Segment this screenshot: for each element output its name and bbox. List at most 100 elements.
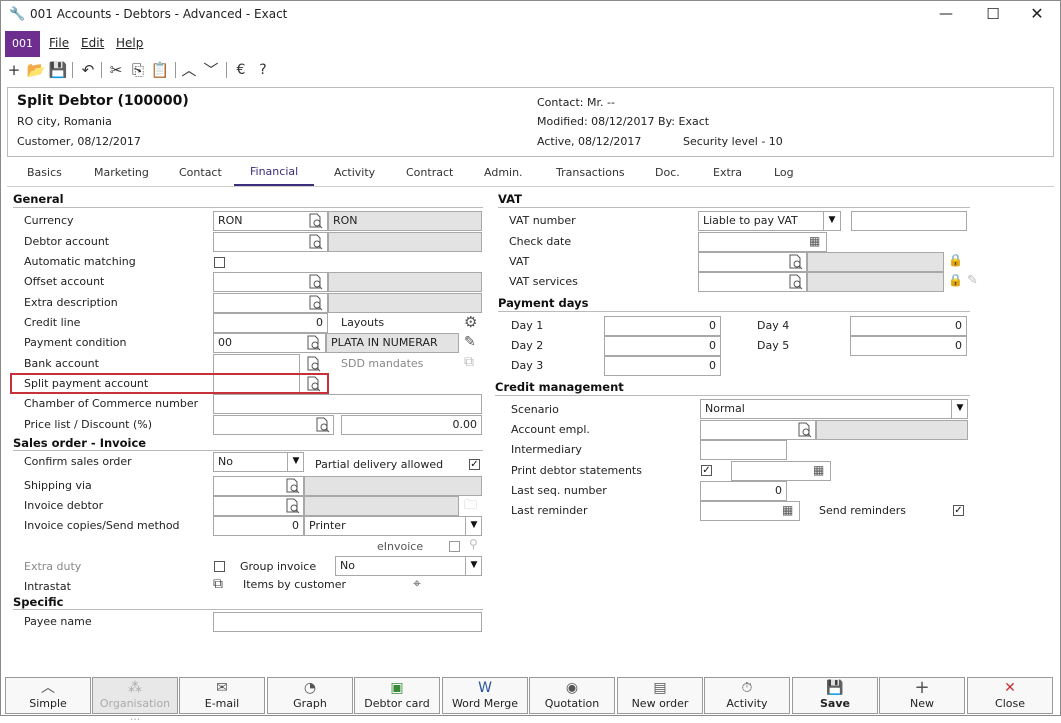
day3-input[interactable]: 0	[604, 356, 721, 376]
tab-financial[interactable]: Financial	[250, 165, 298, 178]
credit-line-input[interactable]: 0	[213, 313, 328, 333]
email-button[interactable]: ✉ E-mail	[179, 677, 265, 714]
tab-contract[interactable]: Contract	[406, 166, 453, 179]
partial-delivery-checkbox[interactable]: ✓	[469, 459, 480, 470]
copy-icon[interactable]: ⎘	[128, 59, 148, 81]
partial-delivery-label: Partial delivery allowed	[315, 458, 444, 471]
last-seq-input[interactable]: 0	[700, 481, 787, 501]
menu-file[interactable]: File	[49, 36, 69, 50]
bank-account-input[interactable]	[213, 354, 300, 374]
save-icon[interactable]: 💾	[48, 59, 68, 81]
tab-activity[interactable]: Activity	[334, 166, 375, 179]
payee-name-input[interactable]	[213, 612, 482, 632]
menu-help[interactable]: Help	[116, 36, 143, 50]
tab-contact[interactable]: Contact	[179, 166, 222, 179]
tab-log[interactable]: Log	[774, 166, 794, 179]
open-link-icon: ⧉	[464, 354, 474, 370]
tab-admin[interactable]: Admin.	[484, 166, 523, 179]
calendar-icon[interactable]: ▦	[782, 503, 793, 517]
maximize-icon[interactable]: ☐	[983, 5, 1003, 23]
close-window-icon[interactable]: ✕	[1027, 4, 1047, 23]
chevron-down-icon[interactable]: ▼	[951, 399, 968, 419]
intermediary-input[interactable]	[700, 440, 787, 460]
tab-transactions[interactable]: Transactions	[556, 166, 625, 179]
lookup-icon[interactable]	[315, 417, 331, 433]
lookup-icon[interactable]	[285, 478, 301, 494]
menu-edit[interactable]: Edit	[81, 36, 104, 50]
open-folder-icon[interactable]: 📂	[26, 59, 46, 81]
target-icon[interactable]: ⌖	[413, 576, 421, 592]
previous-icon[interactable]: ︿	[179, 59, 199, 81]
invoice-copies-input[interactable]: 0	[213, 516, 304, 536]
scenario-select[interactable]: Normal	[700, 399, 968, 419]
simple-button-label: Simple	[29, 697, 67, 710]
extra-duty-checkbox[interactable]	[214, 561, 225, 572]
edit-pencil-icon[interactable]: ✎	[464, 334, 476, 350]
lookup-icon[interactable]	[308, 274, 324, 290]
send-method-select[interactable]: Printer	[304, 516, 482, 536]
company-logo[interactable]: 001	[5, 31, 40, 57]
undo-icon[interactable]: ↶	[78, 59, 98, 81]
lookup-icon[interactable]	[308, 295, 324, 311]
last-seq-label: Last seq. number	[511, 484, 607, 497]
lookup-icon[interactable]	[308, 213, 324, 229]
tab-doc[interactable]: Doc.	[655, 166, 680, 179]
new-button-label: New	[910, 697, 934, 710]
gear-icon[interactable]: ⚙	[464, 313, 477, 331]
day1-input[interactable]: 0	[604, 316, 721, 336]
group-invoice-select[interactable]: No	[335, 556, 482, 576]
calendar-icon[interactable]: ▦	[809, 234, 820, 248]
tab-extra[interactable]: Extra	[713, 166, 742, 179]
chevron-down-icon[interactable]: ▼	[823, 211, 840, 231]
lookup-icon[interactable]	[788, 254, 804, 270]
discount-input[interactable]: 0.00	[341, 415, 482, 435]
activity-button-label: Activity	[726, 697, 768, 710]
vat-number-input[interactable]	[851, 211, 967, 231]
vat-number-select[interactable]: Liable to pay VAT	[698, 211, 841, 231]
day4-input[interactable]: 0	[850, 316, 967, 336]
chevron-down-icon[interactable]: ▼	[465, 556, 482, 576]
lookup-icon[interactable]	[797, 422, 813, 438]
lookup-icon[interactable]	[285, 498, 301, 514]
simple-button[interactable]: ︿ Simple	[5, 677, 91, 714]
open-external-icon[interactable]: ⧉	[213, 576, 223, 592]
new-button[interactable]: + New	[879, 677, 965, 714]
cut-icon[interactable]: ✂	[106, 59, 126, 81]
einvoice-checkbox[interactable]	[449, 541, 460, 552]
next-icon[interactable]: ﹀	[201, 59, 221, 81]
lookup-icon[interactable]	[306, 335, 322, 351]
close-button[interactable]: ✕ Close	[967, 677, 1053, 714]
new-order-button[interactable]: ▤ New order	[617, 677, 703, 714]
calendar-icon[interactable]: ▦	[813, 463, 824, 477]
chevron-down-icon[interactable]: ▼	[465, 516, 482, 536]
automatic-matching-checkbox[interactable]	[214, 257, 225, 268]
send-reminders-checkbox[interactable]: ✓	[953, 505, 964, 516]
paste-icon[interactable]: 📋	[150, 59, 170, 81]
currency-icon[interactable]: €	[231, 59, 251, 81]
check-date-input[interactable]	[698, 232, 827, 252]
quotation-button[interactable]: ◉ Quotation	[529, 677, 615, 714]
lookup-icon[interactable]	[308, 234, 324, 250]
debtor-card-button[interactable]: ▣ Debtor card	[354, 677, 440, 714]
day2-input[interactable]: 0	[604, 336, 721, 356]
print-statements-checkbox[interactable]: ✓	[701, 465, 712, 476]
chamber-input[interactable]	[213, 394, 482, 414]
minimize-icon[interactable]: —	[936, 6, 956, 22]
save-button[interactable]: 💾 Save	[792, 677, 878, 714]
day5-input[interactable]: 0	[850, 336, 967, 356]
new-icon[interactable]: +	[4, 59, 24, 81]
help-icon[interactable]: ?	[253, 59, 273, 81]
last-reminder-label: Last reminder	[511, 504, 588, 517]
graph-button[interactable]: ◔ Graph	[267, 677, 353, 714]
tab-marketing[interactable]: Marketing	[94, 166, 149, 179]
tab-basics[interactable]: Basics	[27, 166, 62, 179]
chevron-down-icon[interactable]: ▼	[287, 452, 304, 472]
lookup-icon[interactable]	[788, 274, 804, 290]
word-merge-button[interactable]: W Word Merge	[442, 677, 528, 714]
confirm-sales-label: Confirm sales order	[24, 455, 132, 468]
currency-description: RON	[328, 211, 482, 231]
day3-label: Day 3	[511, 359, 544, 372]
activity-button[interactable]: ⏱ Activity	[704, 677, 790, 714]
lookup-icon[interactable]	[306, 356, 322, 372]
organisation-button[interactable]: ⁂ Organisation ...	[92, 677, 178, 723]
